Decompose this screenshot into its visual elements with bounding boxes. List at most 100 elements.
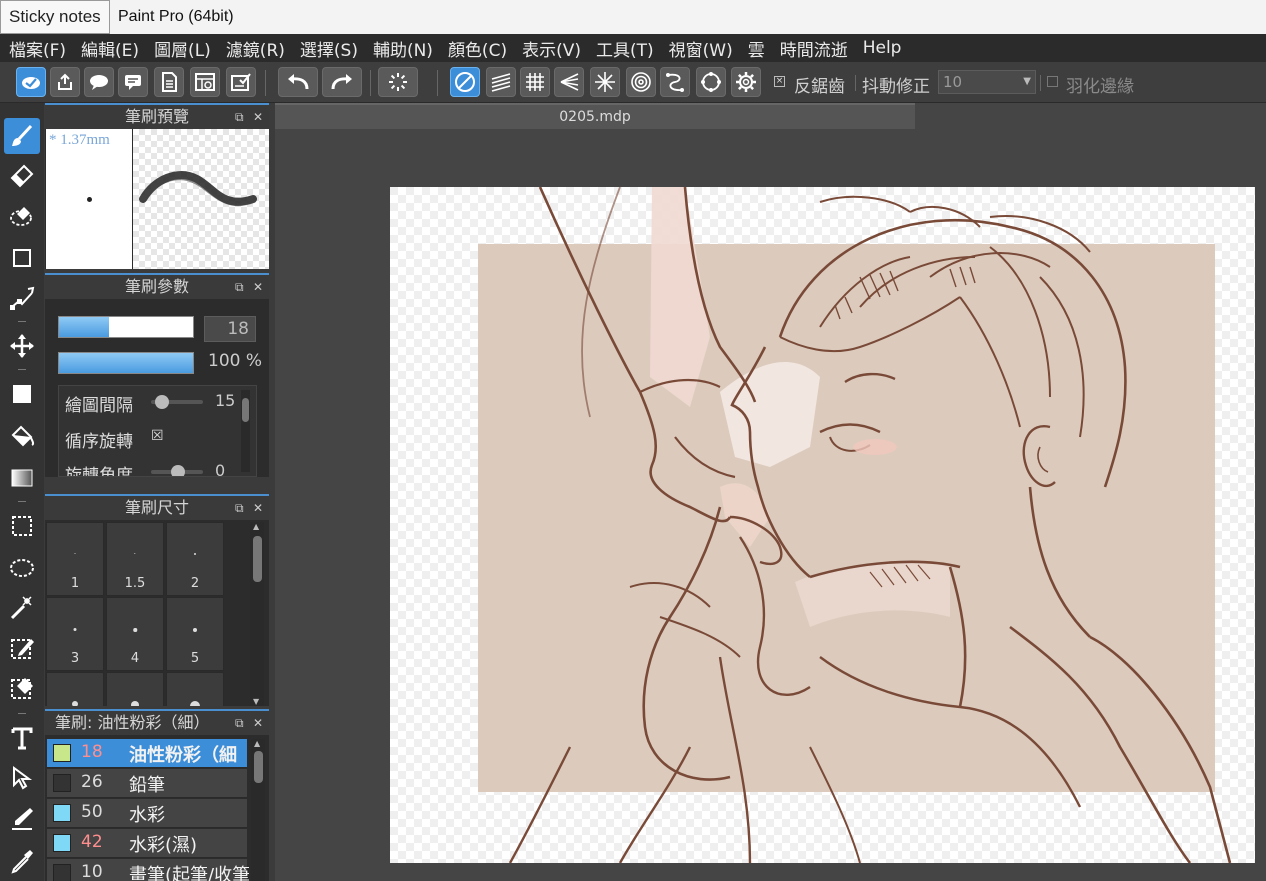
menu-item[interactable]: 選擇(S): [300, 36, 358, 61]
popout-icon[interactable]: ⧉: [235, 711, 244, 735]
brush-size-cell[interactable]: 1.5: [106, 522, 164, 596]
select-eraser-tool-icon[interactable]: [4, 670, 40, 706]
brush-list-item[interactable]: 42 水彩(濕): [47, 829, 247, 858]
curve-snap-icon[interactable]: [660, 67, 690, 97]
brush-tool-icon[interactable]: [4, 118, 40, 154]
menu-item[interactable]: 時間流逝: [780, 36, 848, 61]
close-icon[interactable]: ✕: [253, 711, 263, 735]
opacity-slider[interactable]: [58, 352, 194, 374]
schedule-icon[interactable]: [190, 67, 220, 97]
bucket-tool-icon[interactable]: [4, 418, 40, 454]
undo-icon[interactable]: [278, 67, 318, 97]
menu-item[interactable]: 雲: [748, 36, 765, 61]
antialias-checkbox[interactable]: ×: [774, 76, 785, 87]
radial-snap-icon[interactable]: [590, 67, 620, 97]
popout-icon[interactable]: ⧉: [235, 105, 244, 129]
gradient-tool-icon[interactable]: [4, 460, 40, 496]
brush-dot-preview: * 1.37mm: [46, 129, 132, 269]
brush-size-cell[interactable]: [166, 672, 224, 706]
ellipse-snap-icon[interactable]: [696, 67, 726, 97]
lasso-tool-icon[interactable]: [4, 550, 40, 586]
brush-size-cell[interactable]: 1: [46, 522, 104, 596]
menu-item[interactable]: 濾鏡(R): [226, 36, 285, 61]
brush-color-swatch: [53, 834, 71, 852]
brush-name: 水彩(濕): [129, 835, 198, 856]
magic-wand-tool-icon[interactable]: [4, 590, 40, 626]
fill-tool-icon[interactable]: [4, 376, 40, 412]
checklist-icon[interactable]: [226, 67, 256, 97]
brush-size-cell[interactable]: 4: [106, 597, 164, 671]
feather-checkbox[interactable]: [1047, 76, 1058, 87]
brush-color-swatch: [53, 864, 71, 881]
menu-item[interactable]: 輔助(N): [373, 36, 433, 61]
brush-count: 50: [81, 802, 103, 822]
snap-settings-gear-icon[interactable]: [731, 67, 761, 97]
brush-size-panel: 筆刷尺寸 ⧉ ✕ 1 1.5 2 3 4 5 ▲ ▼: [45, 494, 269, 706]
text-tool-icon[interactable]: [4, 720, 40, 756]
operation-tool-icon[interactable]: [4, 760, 40, 796]
close-icon[interactable]: ✕: [253, 105, 263, 129]
angle-value: 0: [215, 461, 226, 477]
stabilizer-select[interactable]: 10 ▼: [938, 70, 1036, 94]
move-tool-icon[interactable]: [4, 328, 40, 364]
brush-size-cell[interactable]: [46, 672, 104, 706]
brush-list-scrollbar[interactable]: ▲: [251, 739, 265, 881]
size-value-input[interactable]: 18: [204, 316, 256, 342]
selection-eraser-tool-icon[interactable]: [4, 198, 40, 234]
sticky-notes-tooltip: Sticky notes: [0, 0, 110, 34]
popout-icon[interactable]: ⧉: [235, 496, 244, 520]
select-pen-tool-icon[interactable]: [4, 630, 40, 666]
parallel-lines-snap-icon[interactable]: [486, 67, 516, 97]
eyedropper-tool-icon[interactable]: [4, 843, 40, 879]
speech-bubble-icon[interactable]: [84, 67, 114, 97]
brush-options-box: 繪圖間隔 15 循序旋轉 ☒ 旋轉角度 0: [58, 385, 257, 477]
rotate-checkbox[interactable]: ☒: [151, 428, 164, 444]
smudge-tool-icon[interactable]: [4, 800, 40, 836]
size-slider[interactable]: [58, 316, 194, 338]
export-icon[interactable]: [50, 67, 80, 97]
menu-item[interactable]: Help: [863, 38, 902, 58]
close-icon[interactable]: ✕: [253, 496, 263, 520]
shape-tool-icon[interactable]: [4, 240, 40, 276]
close-icon[interactable]: ✕: [253, 275, 263, 299]
popout-icon[interactable]: ⧉: [235, 275, 244, 299]
document-icon[interactable]: [154, 67, 184, 97]
brush-list-item[interactable]: 18 油性粉彩（細: [47, 739, 247, 768]
line-tool-icon[interactable]: [4, 280, 40, 316]
menu-item[interactable]: 視窗(W): [669, 36, 733, 61]
brush-size-cell[interactable]: 3: [46, 597, 104, 671]
perspective-snap-icon[interactable]: [554, 67, 584, 97]
eraser-tool-icon[interactable]: [4, 158, 40, 194]
concentric-snap-icon[interactable]: [626, 67, 656, 97]
stabilizer-label: 抖動修正: [862, 77, 930, 97]
size-scrollbar[interactable]: ▲ ▼: [250, 522, 264, 706]
redo-icon[interactable]: [322, 67, 362, 97]
rect-select-tool-icon[interactable]: [4, 508, 40, 544]
menu-item[interactable]: 工具(T): [596, 36, 654, 61]
brush-name: 油性粉彩（細: [129, 745, 237, 766]
menu-item[interactable]: 圖層(L): [154, 36, 211, 61]
brush-list-item[interactable]: 10 畫筆(起筆/收筆: [47, 859, 249, 881]
snap-off-icon[interactable]: [450, 67, 480, 97]
angle-slider[interactable]: [151, 465, 203, 476]
canvas-artwork[interactable]: [390, 187, 1255, 863]
menu-item[interactable]: 檔案(F): [9, 36, 66, 61]
brush-list-item[interactable]: 50 水彩: [47, 799, 247, 828]
brush-size-cell[interactable]: [106, 672, 164, 706]
interval-slider[interactable]: [151, 395, 203, 409]
brush-size-cell[interactable]: 2: [166, 522, 224, 596]
menu-item[interactable]: 編輯(E): [81, 36, 139, 61]
brush-list-item[interactable]: 26 鉛筆: [47, 769, 247, 798]
menu-item[interactable]: 顏色(C): [448, 36, 507, 61]
brush-count: 10: [81, 862, 103, 881]
cloud-check-icon[interactable]: [16, 67, 46, 97]
brush-size-cell[interactable]: 5: [166, 597, 224, 671]
menu-item[interactable]: 表示(V): [522, 36, 581, 61]
brush-count: 18: [81, 742, 103, 762]
loading-spinner-icon[interactable]: [378, 67, 418, 97]
document-tab[interactable]: 0205.mdp: [275, 103, 915, 129]
toolbar: × 反鋸齒 抖動修正 10 ▼ 羽化邊緣: [0, 62, 1266, 103]
grid-snap-icon[interactable]: [520, 67, 550, 97]
comment-icon[interactable]: [118, 67, 148, 97]
options-scrollbar[interactable]: [241, 390, 250, 472]
